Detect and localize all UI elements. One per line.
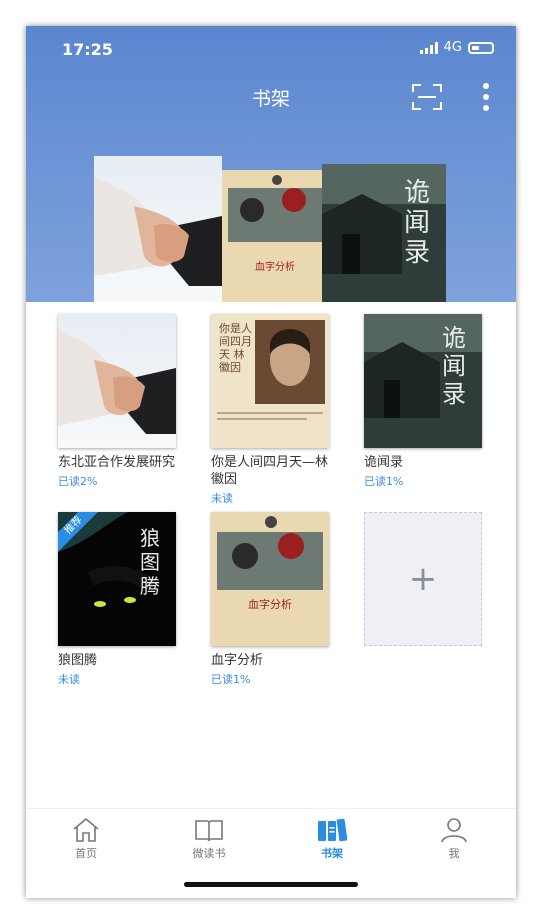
hero-header: 17:25 4G 书架 血字分析 诡闻录 [26, 26, 516, 302]
battery-icon [468, 41, 494, 54]
tab-me[interactable]: 我 [414, 817, 494, 861]
plus-icon: + [408, 559, 438, 599]
book-item[interactable]: 推荐 狼图腾 狼图腾 未读 [58, 512, 176, 687]
book-read-status: 未读 [211, 492, 233, 505]
book-read-status: 已读1% [211, 673, 251, 686]
tab-label: 书架 [321, 847, 343, 860]
book-cover[interactable]: 诡闻录 [364, 314, 482, 448]
book-icon [195, 820, 223, 842]
book-item[interactable]: 你是人间四月天 林徽因 你是人间四月天—林徽因 未读 [211, 314, 329, 506]
recommend-badge: 推荐 [58, 512, 98, 552]
book-cover[interactable]: 你是人间四月天 林徽因 [211, 314, 329, 448]
book-read-status: 已读2% [58, 475, 98, 488]
book-read-status: 已读1% [364, 475, 404, 488]
book-read-status: 未读 [58, 673, 80, 686]
book-title: 你是人间四月天—林徽因 [211, 455, 329, 487]
more-icon[interactable] [482, 82, 490, 112]
scan-icon[interactable] [412, 84, 442, 110]
book-item[interactable]: 血字分析 血字分析 已读1% [211, 512, 329, 687]
home-icon [73, 817, 99, 842]
book-cover-text: 诡闻录 [442, 324, 466, 408]
hero-book-guiwenlu-title: 诡闻录 [404, 178, 431, 268]
book-item[interactable]: 东北亚合作发展研究 已读2% [58, 314, 176, 489]
book-cover[interactable] [58, 314, 176, 448]
book-title: 血字分析 [211, 653, 264, 668]
book-item[interactable]: 诡闻录 诡闻录 已读1% [364, 314, 482, 489]
book-cover-text: 血字分析 [248, 598, 292, 611]
hero-book-handshake[interactable] [94, 156, 222, 302]
book-cover[interactable]: 血字分析 [211, 512, 329, 646]
book-cover-text: 狼图腾 [140, 526, 160, 598]
bottom-tab-bar: 首页 微读书 书架 我 [26, 808, 516, 869]
tab-label: 微读书 [192, 847, 226, 860]
book-title: 诡闻录 [364, 455, 404, 470]
book-title: 狼图腾 [58, 653, 98, 668]
hero-book-guiwenlu[interactable]: 诡闻录 [322, 164, 446, 302]
bookshelf-icon [318, 818, 347, 842]
book-cover-text: 你是人间四月天 林徽因 [219, 322, 252, 374]
home-indicator[interactable] [184, 882, 358, 887]
signal-icon [419, 41, 438, 54]
hero-book-xuezi-title: 血字分析 [255, 262, 295, 273]
book-cover[interactable]: 推荐 狼图腾 [58, 512, 176, 646]
network-label: 4G [443, 40, 462, 55]
phone-screen: 17:25 4G 书架 血字分析 诡闻录 东北亚合作发展研究 已读2% 你是人间… [26, 26, 516, 898]
tab-label: 首页 [75, 847, 97, 860]
tab-weidushu[interactable]: 微读书 [169, 817, 249, 861]
status-bar-right: 4G [419, 40, 494, 55]
book-title: 东北亚合作发展研究 [58, 455, 176, 470]
page-title: 书架 [251, 88, 290, 110]
tab-bookshelf[interactable]: 书架 [292, 817, 372, 861]
status-time: 17:25 [62, 40, 113, 59]
add-book-button[interactable]: + [364, 512, 482, 646]
tab-home[interactable]: 首页 [46, 817, 126, 861]
hero-book-xuezi[interactable]: 血字分析 [222, 170, 328, 302]
person-icon [441, 818, 467, 843]
tab-label: 我 [448, 847, 460, 860]
